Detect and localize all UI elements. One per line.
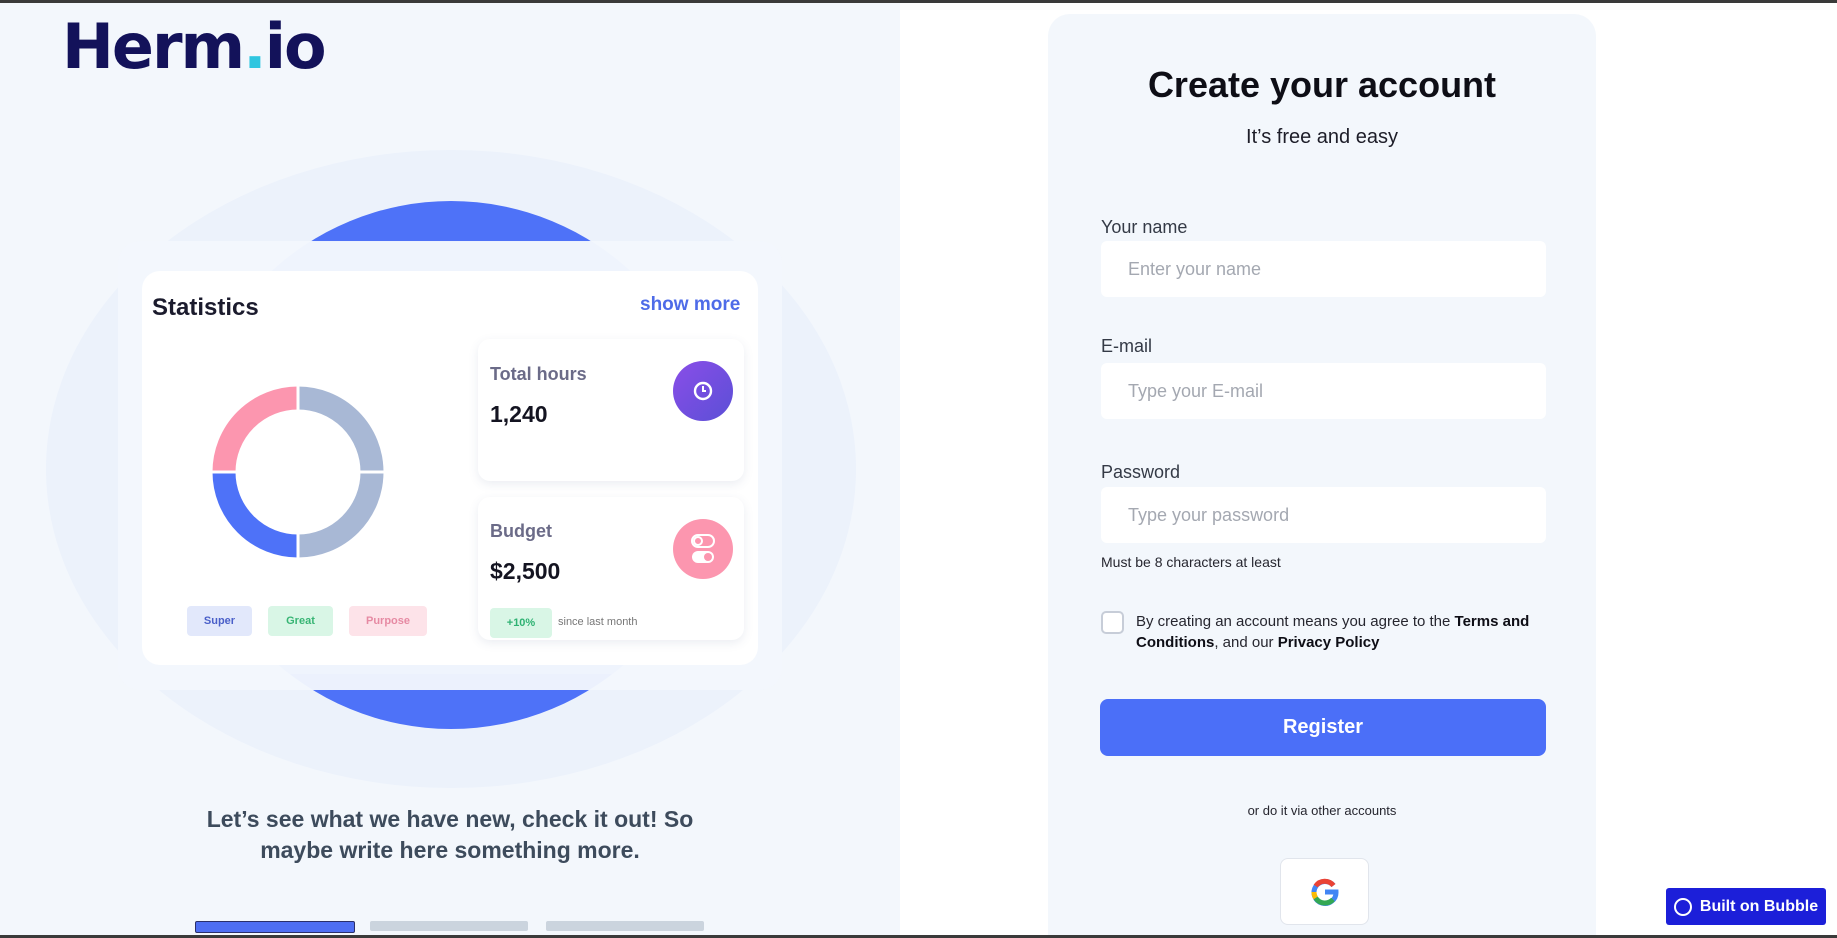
total-hours-card: Total hours 1,240: [478, 339, 744, 481]
budget-since-text: since last month: [558, 616, 638, 628]
google-icon: [1311, 878, 1339, 906]
legend-chip-purpose: Purpose: [349, 606, 427, 636]
donut-segment-purpose: [212, 386, 299, 473]
carousel-dot-3[interactable]: [546, 921, 704, 931]
legend-chip-great: Great: [268, 606, 333, 636]
budget-label: Budget: [490, 521, 552, 541]
name-label: Your name: [1101, 217, 1188, 237]
total-hours-value: 1,240: [490, 401, 548, 427]
show-more-link[interactable]: show more: [640, 294, 740, 316]
privacy-link[interactable]: Privacy Policy: [1278, 634, 1380, 651]
password-input[interactable]: [1101, 487, 1546, 543]
statistics-title: Statistics: [152, 294, 259, 321]
bubble-badge-label: Built on Bubble: [1699, 897, 1819, 915]
register-button[interactable]: Register: [1100, 699, 1546, 756]
google-login-button[interactable]: [1280, 858, 1369, 925]
carousel-dot-1[interactable]: [195, 921, 355, 933]
carousel-dot-2[interactable]: [370, 921, 528, 931]
password-label: Password: [1101, 462, 1181, 482]
form-title: Create your account: [1147, 64, 1497, 105]
legend-chip-super: Super: [187, 606, 252, 636]
total-hours-label: Total hours: [490, 364, 587, 384]
herm-logo[interactable]: Herm.io: [62, 10, 327, 83]
donut-segment-super: [212, 471, 299, 558]
built-on-bubble-badge[interactable]: Built on Bubble: [1666, 888, 1826, 925]
promo-tagline: Let’s see what we have new, check it out…: [206, 806, 694, 863]
donut-chart: [211, 385, 385, 559]
toggle-icon: [673, 519, 733, 579]
bubble-logo-icon: [1673, 897, 1692, 916]
form-subtitle: It’s free and easy: [1246, 126, 1398, 148]
password-hint: Must be 8 characters at least: [1101, 554, 1281, 570]
budget-card: Budget $2,500 +10% since last month: [478, 497, 744, 640]
clock-icon: [673, 361, 733, 421]
terms-prefix: By creating an account means you agree t…: [1136, 613, 1455, 630]
email-input[interactable]: [1101, 363, 1546, 419]
terms-text: By creating an account means you agree t…: [1136, 611, 1536, 653]
terms-checkbox[interactable]: [1101, 611, 1124, 634]
alt-login-text: or do it via other accounts: [1247, 803, 1397, 818]
terms-middle: , and our: [1214, 634, 1278, 651]
name-input[interactable]: [1101, 241, 1546, 297]
email-label: E-mail: [1101, 336, 1153, 356]
budget-delta-badge: +10%: [490, 608, 552, 638]
budget-value: $2,500: [490, 558, 561, 584]
